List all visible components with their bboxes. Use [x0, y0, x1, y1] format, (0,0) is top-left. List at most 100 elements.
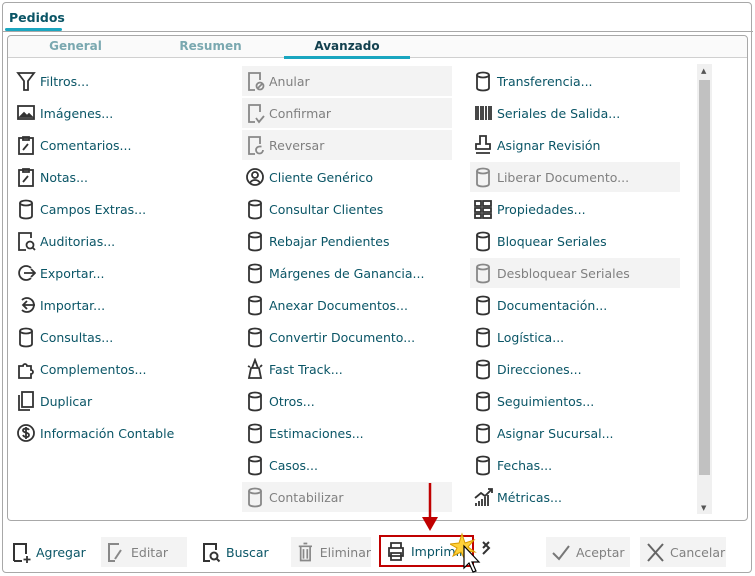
menu-item-duplicar[interactable]: Duplicar: [13, 386, 223, 416]
agregar-label: Agregar: [36, 544, 86, 560]
menu-item-casos[interactable]: Casos...: [242, 450, 452, 480]
cancelar-button[interactable]: Cancelar: [640, 537, 726, 567]
menu-item-auditorias[interactable]: Auditorias...: [13, 226, 223, 256]
database-icon: [248, 423, 262, 444]
menu-item-estimaciones[interactable]: Estimaciones...: [242, 418, 452, 448]
menu-item-convertir-documento[interactable]: Convertir Documento...: [242, 322, 452, 352]
menu-item-comentarios[interactable]: Comentarios...: [13, 130, 223, 160]
menu-item-asignar-sucursal[interactable]: Asignar Sucursal...: [470, 418, 680, 448]
menu-item-label: Duplicar: [40, 393, 93, 409]
scroll-up-icon[interactable]: ▲: [701, 67, 706, 75]
menu-item-metricas[interactable]: Métricas...: [470, 482, 680, 512]
menu-item-otros[interactable]: Otros...: [242, 386, 452, 416]
tab-pedidos[interactable]: Pedidos: [4, 4, 65, 31]
click-cursor-icon: [450, 532, 491, 573]
menu-item-label: Consultas...: [40, 329, 114, 345]
menu-item-label: Fechas...: [497, 457, 553, 473]
menu-item-label: Métricas...: [497, 489, 562, 505]
menu-item-liberar-documento: Liberar Documento...: [470, 162, 680, 192]
menu-item-label: Rebajar Pendientes: [269, 233, 390, 249]
menu-item-label: Contabilizar: [269, 489, 344, 505]
menu-item-label: Convertir Documento...: [269, 329, 416, 345]
clipboard-edit-icon: [18, 136, 34, 155]
menu-item-imagenes[interactable]: Imágenes...: [13, 98, 223, 128]
agregar-button[interactable]: Agregar: [6, 537, 86, 567]
trash-icon: [298, 542, 313, 562]
menu-item-asignar-revision[interactable]: Asignar Revisión: [470, 130, 680, 160]
database-icon: [476, 263, 490, 284]
menu-item-label: Direcciones...: [497, 361, 582, 377]
menu-item-seriales-de-salida[interactable]: Seriales de Salida...: [470, 98, 680, 128]
scrollbar-thumb[interactable]: [699, 80, 710, 475]
menu-item-exportar[interactable]: Exportar...: [13, 258, 223, 288]
menu-item-seguimientos[interactable]: Seguimientos...: [470, 386, 680, 416]
menu-item-label: Transferencia...: [497, 73, 593, 89]
audit-icon: [18, 232, 36, 251]
menu-item-bloquear-seriales[interactable]: Bloquear Seriales: [470, 226, 680, 256]
database-icon: [476, 359, 490, 380]
eliminar-label: Eliminar: [319, 544, 371, 560]
menu-item-informacion-contable[interactable]: Información Contable: [13, 418, 223, 448]
database-icon: [248, 327, 262, 348]
database-icon: [248, 231, 262, 252]
editar-label: Editar: [131, 544, 169, 560]
menu-item-anular: Anular: [242, 66, 452, 96]
chart-icon: [474, 488, 493, 506]
menu-item-label: Anexar Documentos...: [269, 297, 408, 313]
database-icon: [248, 391, 262, 412]
menu-item-importar[interactable]: Importar...: [13, 290, 223, 320]
properties-icon: [474, 200, 492, 219]
database-icon: [19, 199, 33, 220]
menu-item-label: Anular: [269, 73, 310, 89]
menu-item-consultar-clientes[interactable]: Consultar Clientes: [242, 194, 452, 224]
export-icon: [18, 265, 36, 281]
menu-item-direcciones[interactable]: Direcciones...: [470, 354, 680, 384]
menu-item-label: Consultar Clientes: [269, 201, 384, 217]
menu-item-transferencia[interactable]: Transferencia...: [470, 66, 680, 96]
menu-item-fechas[interactable]: Fechas...: [470, 450, 680, 480]
menu-item-notas[interactable]: Notas...: [13, 162, 223, 192]
menu-item-label: Otros...: [269, 393, 315, 409]
doc-check-icon: [248, 104, 265, 124]
menu-item-filtros[interactable]: Filtros...: [13, 66, 223, 96]
menu-item-label: Complementos...: [40, 361, 147, 377]
eliminar-button: Eliminar: [291, 537, 371, 567]
menu-item-cliente-generico[interactable]: Cliente Genérico: [242, 162, 452, 192]
copy-icon: [18, 391, 34, 411]
tab-avanzado[interactable]: Avanzado: [284, 39, 410, 59]
edit-doc-icon: [108, 543, 122, 562]
menu-item-label: Exportar...: [40, 265, 105, 281]
database-icon: [248, 455, 262, 476]
menu-item-confirmar: Confirmar: [242, 98, 452, 128]
menu-item-desbloquear-seriales: Desbloquear Seriales: [470, 258, 680, 288]
menu-item-consultas[interactable]: Consultas...: [13, 322, 223, 352]
menu-item-documentacion[interactable]: Documentación...: [470, 290, 680, 320]
menu-item-campos-extras[interactable]: Campos Extras...: [13, 194, 223, 224]
puzzle-icon: [18, 363, 34, 379]
scrollbar[interactable]: ▲ ▼: [697, 64, 712, 514]
menu-item-anexar-documentos[interactable]: Anexar Documentos...: [242, 290, 452, 320]
menu-item-fast-track[interactable]: Fast Track...: [242, 354, 452, 384]
menu-item-complementos[interactable]: Complementos...: [13, 354, 223, 384]
buscar-label: Buscar: [226, 544, 269, 560]
tab-general[interactable]: General: [28, 39, 123, 53]
menu-item-logistica[interactable]: Logística...: [470, 322, 680, 352]
clipboard-edit-icon: [18, 168, 34, 187]
menu-item-label: Confirmar: [269, 105, 332, 121]
buscar-button[interactable]: Buscar: [196, 537, 269, 567]
barcode-icon: [475, 106, 492, 120]
scroll-down-icon[interactable]: ▼: [701, 504, 706, 512]
database-icon: [476, 423, 490, 444]
menu-item-label: Seriales de Salida...: [497, 105, 621, 121]
database-icon: [476, 167, 490, 188]
menu-item-rebajar-pendientes[interactable]: Rebajar Pendientes: [242, 226, 452, 256]
search-doc-icon: [203, 543, 221, 563]
tab-resumen[interactable]: Resumen: [163, 39, 258, 53]
menu-item-propiedades[interactable]: Propiedades...: [470, 194, 680, 224]
cancelar-label: Cancelar: [670, 544, 726, 560]
menu-item-label: Desbloquear Seriales: [497, 265, 630, 281]
menu-item-margenes-de-ganancia[interactable]: Márgenes de Ganancia...: [242, 258, 452, 288]
aceptar-button: Aceptar: [546, 537, 630, 567]
database-icon: [19, 327, 33, 348]
menu-item-label: Filtros...: [40, 73, 90, 89]
